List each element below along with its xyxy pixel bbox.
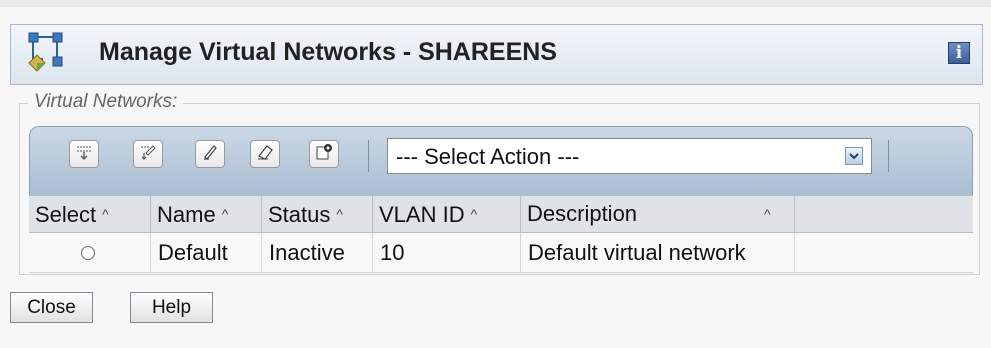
column-header-select[interactable]: Select ^: [29, 196, 151, 232]
properties-button[interactable]: [309, 140, 339, 168]
status-cell: Inactive: [262, 233, 373, 272]
column-header-status[interactable]: Status ^: [262, 196, 373, 232]
sort-icon: ^: [102, 206, 109, 222]
close-button[interactable]: Close: [10, 292, 93, 323]
help-button[interactable]: Help: [130, 292, 213, 323]
select-action-value: --- Select Action ---: [396, 144, 580, 169]
column-header-vlan-id[interactable]: VLAN ID ^: [373, 196, 521, 232]
sort-icon: ^: [470, 206, 478, 222]
edit-network-button[interactable]: [133, 140, 163, 168]
network-topology-icon: [27, 31, 67, 75]
sort-icon: ^: [336, 206, 343, 222]
rename-button[interactable]: [195, 140, 225, 168]
fieldset-legend: Virtual Networks:: [28, 91, 184, 113]
row-select-radio[interactable]: [81, 246, 95, 260]
chevron-down-icon[interactable]: [845, 147, 863, 165]
select-action-dropdown[interactable]: --- Select Action ---: [387, 138, 872, 174]
select-cell: [29, 233, 151, 272]
toolbar-separator: [888, 140, 889, 172]
clear-icon: [256, 143, 274, 166]
edit-network-icon: [139, 143, 157, 166]
column-header-description[interactable]: Description ^: [521, 196, 795, 232]
create-network-icon: [75, 143, 93, 166]
description-cell: Default virtual network: [521, 233, 795, 272]
create-network-button[interactable]: [69, 140, 99, 168]
title-panel: Manage Virtual Networks - SHAREENS i: [10, 24, 983, 85]
column-header-name[interactable]: Name ^: [151, 196, 262, 232]
name-cell[interactable]: Default: [151, 233, 262, 272]
toolbar-separator: [368, 140, 369, 172]
table-row: Default Inactive 10 Default virtual netw…: [29, 233, 973, 273]
properties-icon: [315, 143, 333, 166]
rename-icon: [201, 143, 219, 166]
table-header: Select ^ Name ^ Status ^ VLAN ID ^ Descripti…: [29, 195, 973, 233]
info-icon[interactable]: i: [948, 42, 970, 64]
sort-icon: ^: [764, 206, 771, 222]
page-title: Manage Virtual Networks - SHAREENS: [99, 38, 557, 66]
sort-icon: ^: [221, 206, 229, 222]
top-strip: [0, 0, 991, 7]
vlan-id-cell: 10: [373, 233, 521, 272]
clear-button[interactable]: [250, 140, 280, 168]
